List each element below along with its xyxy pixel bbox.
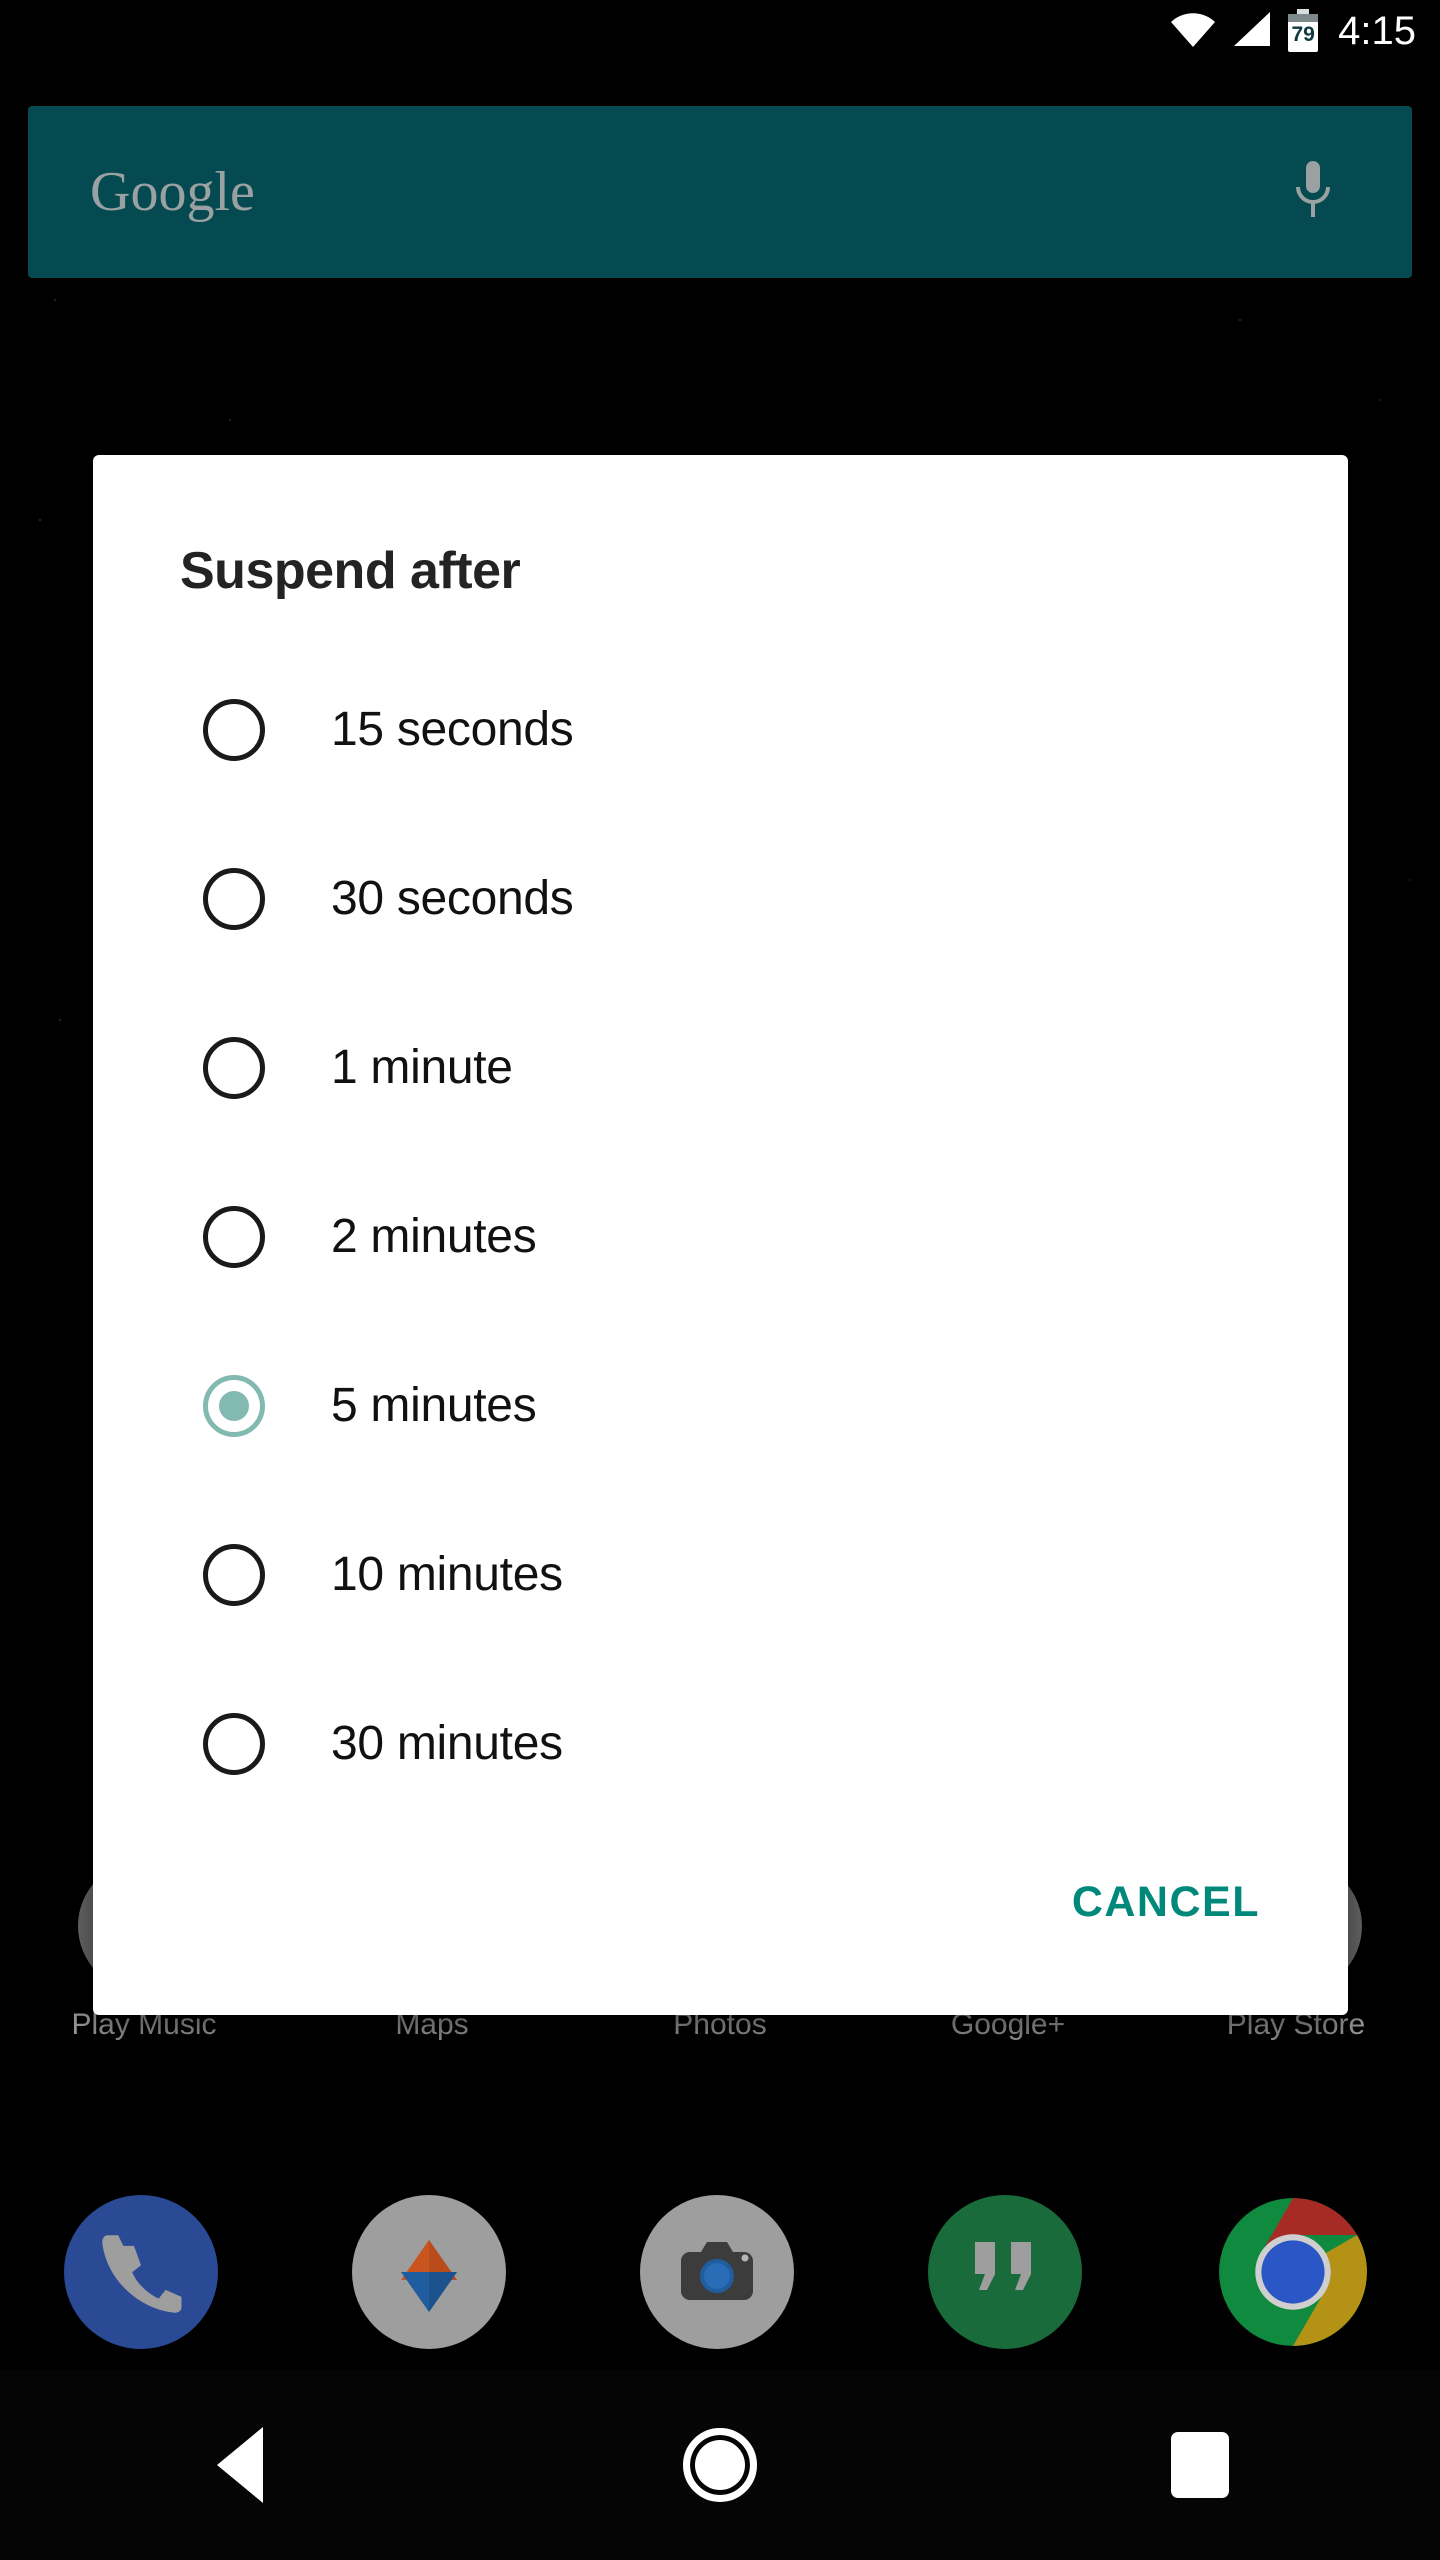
- radio-option-label: 1 minute: [331, 1041, 513, 1094]
- back-triangle-icon: [217, 2427, 263, 2503]
- dialog-action-bar: CANCEL: [93, 1868, 1348, 2015]
- dock-item-photos[interactable]: [352, 2195, 512, 2355]
- status-bar-clock: 4:15: [1338, 9, 1416, 53]
- radio-button[interactable]: [203, 1036, 265, 1099]
- microphone-icon[interactable]: [1292, 159, 1334, 226]
- chrome-icon[interactable]: [1216, 2195, 1370, 2349]
- status-bar: 79 4:15: [0, 0, 1440, 62]
- dock-item-phone[interactable]: [64, 2195, 224, 2355]
- dialog-title: Suspend after: [180, 542, 521, 600]
- radio-button[interactable]: [203, 698, 265, 761]
- radio-option-label: 30 minutes: [331, 1717, 563, 1770]
- recents-button[interactable]: [1090, 2370, 1310, 2560]
- radio-option-15-seconds[interactable]: 15 seconds: [93, 645, 1348, 814]
- dock-item-chrome[interactable]: [1216, 2195, 1376, 2355]
- dock-item-camera[interactable]: [640, 2195, 800, 2355]
- radio-button[interactable]: [203, 1205, 265, 1268]
- google-search-bar[interactable]: Google: [28, 106, 1412, 278]
- radio-option-label: 30 seconds: [331, 872, 574, 925]
- phone-icon[interactable]: [64, 2195, 218, 2349]
- radio-option-30-seconds[interactable]: 30 seconds: [93, 814, 1348, 983]
- android-screen: 79 4:15 Google Play Music Maps Photos Go…: [0, 0, 1440, 2560]
- navigation-bar: [0, 2370, 1440, 2560]
- radio-option-1-minute[interactable]: 1 minute: [93, 983, 1348, 1152]
- camera-icon[interactable]: [640, 2195, 794, 2349]
- radio-option-label: 15 seconds: [331, 703, 574, 756]
- cell-signal-icon: [1230, 10, 1272, 53]
- battery-level-text: 79: [1291, 22, 1315, 46]
- battery-icon: 79: [1286, 9, 1320, 53]
- dock-bar: [0, 2180, 1440, 2370]
- home-circle-icon: [683, 2428, 757, 2502]
- google-logo-text: Google: [90, 161, 255, 223]
- recents-square-icon: [1171, 2432, 1229, 2498]
- dock-item-hangouts[interactable]: [928, 2195, 1088, 2355]
- radio-option-list: 15 seconds 30 seconds 1 minute 2 minutes…: [93, 645, 1348, 1828]
- photos-icon[interactable]: [352, 2195, 506, 2349]
- suspend-after-dialog: Suspend after 15 seconds 30 seconds 1 mi…: [93, 455, 1348, 2015]
- back-button[interactable]: [130, 2370, 350, 2560]
- radio-option-30-minutes[interactable]: 30 minutes: [93, 1659, 1348, 1828]
- radio-option-label: 5 minutes: [331, 1379, 537, 1432]
- radio-button-selected[interactable]: [203, 1374, 265, 1437]
- radio-option-10-minutes[interactable]: 10 minutes: [93, 1490, 1348, 1659]
- radio-option-2-minutes[interactable]: 2 minutes: [93, 1152, 1348, 1321]
- radio-button[interactable]: [203, 1543, 265, 1606]
- home-button[interactable]: [610, 2370, 830, 2560]
- radio-button[interactable]: [203, 867, 265, 930]
- radio-button[interactable]: [203, 1712, 265, 1775]
- wifi-icon: [1170, 11, 1216, 52]
- hangouts-icon[interactable]: [928, 2195, 1082, 2349]
- cancel-button[interactable]: CANCEL: [1066, 1868, 1266, 1937]
- radio-option-label: 2 minutes: [331, 1210, 537, 1263]
- radio-option-label: 10 minutes: [331, 1548, 563, 1601]
- radio-option-5-minutes[interactable]: 5 minutes: [93, 1321, 1348, 1490]
